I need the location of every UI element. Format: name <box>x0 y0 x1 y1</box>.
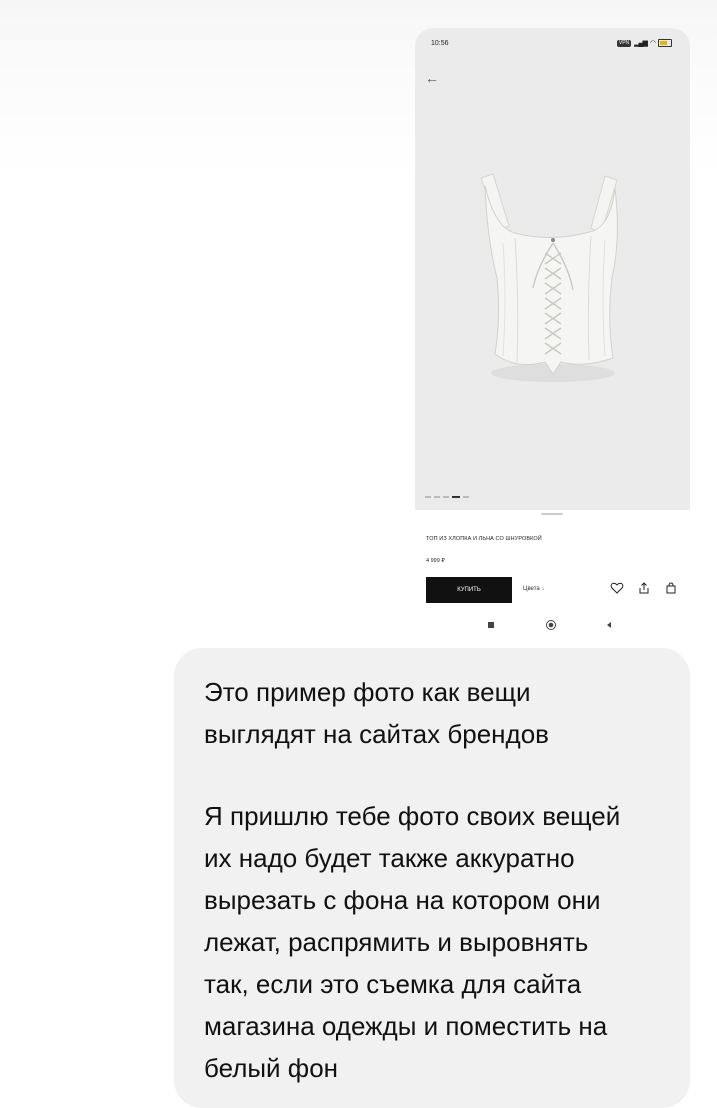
carousel-dot[interactable] <box>434 496 440 498</box>
phone-screenshot[interactable]: 10:56 VPN ▂▄▆ ◠ ← ТОП ИЗ ХЛОПКА И ЛЬНА С… <box>415 28 690 642</box>
heart-icon[interactable] <box>610 581 624 595</box>
square-icon[interactable] <box>485 619 497 631</box>
message-paragraph-2: Я пришлю тебе фото своих вещей их надо б… <box>204 801 621 1083</box>
status-icons: VPN ▂▄▆ ◠ <box>616 39 672 47</box>
circle-icon[interactable] <box>545 619 557 631</box>
signal-icon: ▂▄▆ <box>634 40 648 47</box>
corset-top-image <box>480 173 618 382</box>
message-paragraph-1: Это пример фото как вещи выглядят на сай… <box>204 677 549 749</box>
message-bubble[interactable]: Это пример фото как вещи выглядят на сай… <box>174 648 690 1108</box>
sheet-handle[interactable] <box>541 513 563 515</box>
color-select[interactable]: Цвета ↓ <box>523 586 544 592</box>
arrow-left-icon[interactable]: ← <box>425 70 439 86</box>
status-time: 10:56 <box>431 40 449 47</box>
android-nav-bar <box>415 613 690 637</box>
shopping-bag-icon[interactable] <box>664 581 678 595</box>
carousel-dot[interactable] <box>443 496 449 498</box>
color-select-label: Цвета <box>523 586 540 592</box>
carousel-dots <box>425 496 469 498</box>
wifi-icon: ◠ <box>649 40 656 47</box>
carousel-dot[interactable] <box>463 496 469 498</box>
share-icon[interactable] <box>637 581 651 595</box>
product-price: 4 999 ₽ <box>426 558 445 564</box>
product-photo <box>415 28 690 510</box>
buy-button[interactable]: КУПИТЬ <box>426 577 512 603</box>
status-bar: 10:56 VPN ▂▄▆ ◠ <box>415 36 690 52</box>
vpn-badge: VPN <box>616 39 632 47</box>
carousel-dot-active[interactable] <box>452 496 460 498</box>
battery-icon <box>658 39 672 47</box>
product-title: ТОП ИЗ ХЛОПКА И ЛЬНА СО ШНУРОВКОЙ <box>426 536 542 542</box>
carousel-dot[interactable] <box>425 496 431 498</box>
chevron-down-icon: ↓ <box>541 586 545 592</box>
triangle-back-icon[interactable] <box>603 619 615 631</box>
